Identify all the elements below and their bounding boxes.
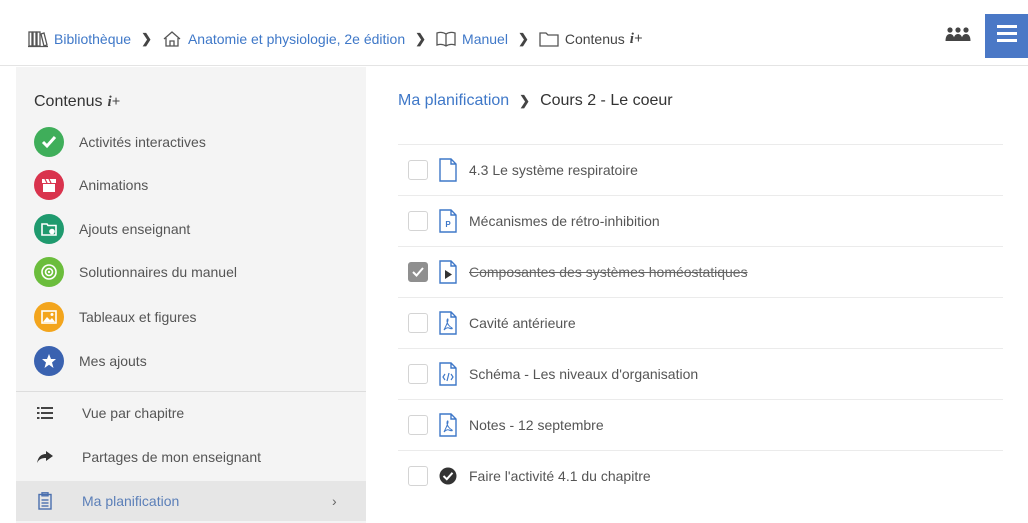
sidebar-link-label: Ma planification bbox=[82, 493, 180, 509]
category-my-additions[interactable]: Mes ajouts bbox=[34, 344, 147, 378]
clipboard-icon bbox=[36, 492, 54, 510]
breadcrumb-separator: ❯ bbox=[141, 31, 152, 46]
sidebar-item-chapter-view[interactable]: Vue par chapitre bbox=[16, 393, 366, 433]
group-icon bbox=[945, 26, 971, 47]
video-file-icon bbox=[438, 259, 458, 285]
item-title[interactable]: Faire l'activité 4.1 du chapitre bbox=[469, 468, 651, 484]
group-button[interactable] bbox=[943, 22, 973, 50]
list-item[interactable]: Faire l'activité 4.1 du chapitre bbox=[398, 450, 1003, 501]
clapperboard-icon bbox=[34, 170, 64, 200]
home-icon bbox=[162, 30, 182, 48]
target-icon bbox=[34, 257, 64, 287]
sidebar-link-label: Partages de mon enseignant bbox=[82, 449, 262, 465]
list-item[interactable]: Composantes des systèmes homéostatiques bbox=[398, 246, 1003, 297]
breadcrumb-separator: ❯ bbox=[519, 93, 531, 108]
category-animations[interactable]: Animations bbox=[34, 168, 148, 202]
pdf-file-icon bbox=[438, 310, 458, 336]
item-title[interactable]: Composantes des systèmes homéostatiques bbox=[469, 264, 748, 280]
ppt-file-icon: P bbox=[438, 208, 458, 234]
contenus-plus-badge: i+ bbox=[107, 93, 121, 110]
list-item[interactable]: Notes - 12 septembre bbox=[398, 399, 1003, 450]
item-title[interactable]: Notes - 12 septembre bbox=[469, 417, 604, 433]
folder-icon bbox=[539, 30, 559, 48]
item-title[interactable]: Mécanismes de rétro-inhibition bbox=[469, 213, 660, 229]
item-checkbox[interactable] bbox=[408, 415, 428, 435]
folder-add-icon bbox=[34, 214, 64, 244]
chevron-right-icon: › bbox=[332, 493, 337, 509]
planning-list: 4.3 Le système respiratoire P Mécanismes… bbox=[398, 144, 1003, 501]
category-teacher-additions[interactable]: Ajouts enseignant bbox=[34, 212, 190, 246]
checkmark-icon bbox=[412, 267, 424, 277]
breadcrumb-manual[interactable]: Manuel bbox=[462, 31, 508, 47]
check-circle-icon bbox=[438, 463, 458, 489]
item-checkbox[interactable] bbox=[408, 211, 428, 231]
category-label: Animations bbox=[79, 177, 149, 193]
pdf-file-icon bbox=[438, 412, 458, 438]
category-label: Mes ajouts bbox=[79, 353, 147, 369]
category-solutions[interactable]: Solutionnaires du manuel bbox=[34, 255, 237, 289]
breadcrumb-library[interactable]: Bibliothèque bbox=[54, 31, 131, 47]
breadcrumb: Bibliothèque ❯ Anatomie et physiologie, … bbox=[28, 30, 643, 48]
item-checkbox[interactable] bbox=[408, 262, 428, 282]
list-icon bbox=[36, 407, 54, 419]
contenus-plus-badge: i+ bbox=[629, 30, 643, 47]
page-title: Cours 2 - Le coeur bbox=[540, 92, 673, 109]
category-label: Solutionnaires du manuel bbox=[79, 264, 237, 280]
hamburger-icon bbox=[996, 25, 1017, 47]
main-menu-button[interactable] bbox=[985, 14, 1028, 58]
breadcrumb-separator: ❯ bbox=[415, 31, 427, 46]
library-icon bbox=[28, 30, 48, 48]
list-item[interactable]: Schéma - Les niveaux d'organisation bbox=[398, 348, 1003, 399]
code-file-icon bbox=[438, 361, 458, 387]
breadcrumb-separator: ❯ bbox=[517, 31, 529, 46]
sidebar-divider bbox=[16, 391, 366, 392]
category-interactive-activities[interactable]: Activités interactives bbox=[34, 125, 206, 159]
sidebar-item-teacher-shares[interactable]: Partages de mon enseignant bbox=[16, 437, 366, 477]
image-icon bbox=[34, 302, 64, 332]
list-item[interactable]: Cavité antérieure bbox=[398, 297, 1003, 348]
book-icon bbox=[436, 30, 456, 48]
item-title[interactable]: Schéma - Les niveaux d'organisation bbox=[469, 366, 698, 382]
sidebar-link-label: Vue par chapitre bbox=[82, 405, 185, 421]
item-title[interactable]: 4.3 Le système respiratoire bbox=[469, 162, 638, 178]
svg-text:P: P bbox=[445, 220, 451, 229]
item-checkbox[interactable] bbox=[408, 160, 428, 180]
sidebar-item-my-planning[interactable]: Ma planification › bbox=[16, 481, 366, 521]
list-item[interactable]: P Mécanismes de rétro-inhibition bbox=[398, 195, 1003, 246]
breadcrumb-book[interactable]: Anatomie et physiologie, 2e édition bbox=[188, 31, 405, 47]
item-checkbox[interactable] bbox=[408, 313, 428, 333]
breadcrumb-current: Contenus bbox=[564, 31, 625, 47]
top-bar: Bibliothèque ❯ Anatomie et physiologie, … bbox=[0, 0, 1028, 66]
breadcrumb-my-planning[interactable]: Ma planification bbox=[398, 92, 509, 110]
sidebar: Contenus i+ Activités interactives Anima… bbox=[16, 67, 366, 523]
planning-breadcrumb: Ma planification ❯ Cours 2 - Le coeur bbox=[398, 92, 673, 110]
item-checkbox[interactable] bbox=[408, 364, 428, 384]
star-icon bbox=[34, 346, 64, 376]
document-icon bbox=[438, 157, 458, 183]
category-label: Ajouts enseignant bbox=[79, 221, 191, 237]
category-tables-figures[interactable]: Tableaux et figures bbox=[34, 300, 197, 334]
sidebar-title: Contenus i+ bbox=[34, 93, 120, 111]
item-title[interactable]: Cavité antérieure bbox=[469, 315, 576, 331]
check-icon bbox=[34, 127, 64, 157]
sidebar-title-text: Contenus bbox=[34, 93, 103, 110]
category-label: Tableaux et figures bbox=[79, 309, 197, 325]
list-item[interactable]: 4.3 Le système respiratoire bbox=[398, 144, 1003, 195]
category-label: Activités interactives bbox=[79, 134, 206, 150]
item-checkbox[interactable] bbox=[408, 466, 428, 486]
share-icon bbox=[36, 451, 54, 463]
